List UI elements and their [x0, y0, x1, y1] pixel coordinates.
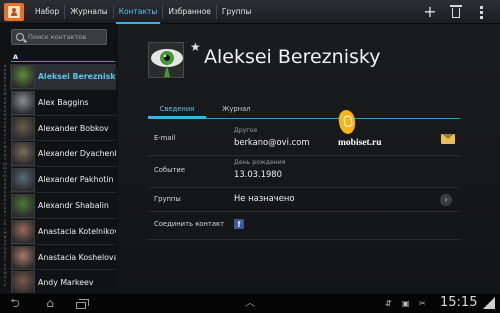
home-icon[interactable]: ⌂ [40, 296, 60, 311]
event-type: День рождения [234, 159, 286, 166]
menu-dot [480, 16, 483, 19]
contact-name-label: Alex Baggins [38, 97, 89, 107]
email-row[interactable]: E-mail Другое berkano@ovi.com [148, 124, 460, 156]
facebook-icon[interactable]: f [234, 219, 244, 229]
tab-details[interactable]: Сведения [148, 103, 206, 119]
action-bar: Набор Журналы Контакты Избранное Группы … [0, 0, 500, 24]
contact-name-label: Alexandr Shabalin [38, 200, 109, 210]
contact-avatar [11, 90, 35, 115]
tab-favorites[interactable]: Избранное [163, 0, 216, 24]
contact-row[interactable]: Alexander Pakhotin [10, 167, 116, 193]
tab-contacts[interactable]: Контакты [114, 0, 163, 24]
favorite-star-icon[interactable]: ★ [190, 40, 201, 54]
search-box[interactable] [11, 29, 107, 45]
send-email-icon[interactable] [441, 134, 455, 144]
trash-can [452, 8, 460, 18]
contact-avatar [11, 245, 35, 270]
watermark-text: mobiset.ru [338, 138, 382, 148]
chevron-right-icon[interactable]: › [440, 194, 452, 206]
back-icon[interactable]: ⮌ [4, 296, 26, 311]
contact-name: Aleksei Bereznisky [204, 46, 381, 68]
contact-row[interactable]: Alexander Dyachenko [10, 141, 116, 168]
contact-card-icon-body [11, 12, 17, 16]
overflow-menu-icon[interactable] [474, 2, 490, 22]
event-label: Событие [154, 166, 186, 174]
contact-name-label: Anastacia Kotelnikova [38, 226, 116, 236]
recent-rect-front [76, 302, 86, 309]
sd-card-icon: ▣ [402, 299, 410, 308]
contact-avatar [11, 142, 35, 167]
contact-name-label: Alexander Bobkov [38, 123, 109, 133]
contact-avatar [11, 116, 35, 141]
usb-debug-icon: ⇵ [385, 299, 392, 308]
email-label: E-mail [154, 134, 176, 142]
join-contact-label: Соединить контакт [154, 220, 225, 228]
watermark-logo [337, 109, 374, 140]
contact-photo[interactable] [148, 42, 184, 78]
contact-row[interactable]: Alex Baggins [10, 90, 116, 116]
event-value: 13.03.1980 [234, 169, 282, 179]
contact-row[interactable]: Alexander Bobkov [10, 116, 116, 142]
contacts-list-panel: A #АБВГДЕЖЗИКЛМНОПРСТУФХЦЧШЩЭЮЯABCDEFGHI… [0, 24, 118, 294]
contacts-list: Aleksei Bereznisky Alex Baggins Alexander … [10, 64, 116, 293]
status-clock: 15:15 [440, 295, 478, 310]
contacts-app-icon[interactable] [4, 3, 24, 21]
contact-name-label: Alexander Dyachenko [38, 149, 116, 159]
contact-name-label: Alexander Pakhotin [38, 175, 114, 185]
groups-value: Не назначено [234, 193, 295, 203]
watermark-note-icon [337, 109, 357, 135]
chevron-up-icon[interactable]: ︿ [242, 296, 258, 311]
contact-row[interactable]: Anastacia Koshelova [10, 245, 116, 271]
contact-name-label: Andy Markeev [38, 278, 94, 288]
menu-dot [480, 6, 483, 9]
tab-history[interactable]: Журнал [222, 103, 262, 119]
contact-row[interactable]: Alexandr Shabalin [10, 193, 116, 219]
section-header: A [11, 53, 115, 62]
contact-photo-image [149, 43, 183, 77]
contact-avatar [11, 271, 35, 293]
menu-dot [480, 11, 483, 14]
contact-avatar [11, 193, 35, 218]
add-contact-icon[interactable]: + [421, 2, 439, 22]
contact-avatar [11, 168, 35, 193]
contact-detail-panel: ★ Aleksei Bereznisky Сведения Журнал E-m… [118, 24, 500, 294]
groups-label: Группы [154, 195, 181, 203]
tab-groups[interactable]: Группы [217, 0, 257, 24]
contact-row[interactable]: Aleksei Bereznisky [10, 64, 116, 90]
contact-name-label: Anastacia Koshelova [38, 252, 116, 262]
contact-row[interactable]: Andy Markeev [10, 270, 116, 293]
contact-avatar [11, 65, 35, 89]
recent-apps-icon[interactable] [72, 296, 94, 311]
trash-lid [450, 5, 462, 7]
alphabet-letter[interactable]: Z [4, 283, 6, 287]
contact-name-label: Aleksei Bereznisky [38, 72, 116, 81]
tab-call-log[interactable]: Журналы [65, 0, 113, 24]
join-contact-row[interactable]: Соединить контакт f [148, 212, 460, 240]
delete-icon[interactable] [448, 2, 464, 22]
screenshot-icon: ✂ [419, 299, 426, 308]
groups-row[interactable]: Группы Не назначено › [148, 188, 460, 212]
event-row: Событие День рождения 13.03.1980 [148, 156, 460, 188]
email-type: Другое [234, 127, 258, 134]
main-tabs: Набор Журналы Контакты Избранное Группы [30, 0, 256, 24]
contact-row[interactable]: Anastacia Kotelnikova [10, 219, 116, 245]
search-icon [16, 33, 24, 41]
email-value: berkano@ovi.com [234, 137, 310, 147]
search-input[interactable] [28, 30, 106, 44]
contact-avatar [11, 219, 35, 244]
system-bar: ⮌ ⌂ ︿ ⇵ ▣ ✂ 15:15 [0, 294, 500, 313]
detail-tabs: Сведения Журнал [148, 99, 460, 119]
signal-icon [483, 297, 495, 309]
alphabet-index[interactable]: # А Б В Г Д Е Ж З И К Л М Н О П Р С Т У Ф Х Ц Ч Ш Щ Э Ю Я A B C D E F G H I J K… [1, 64, 9, 292]
tab-dialer[interactable]: Набор [30, 0, 64, 24]
